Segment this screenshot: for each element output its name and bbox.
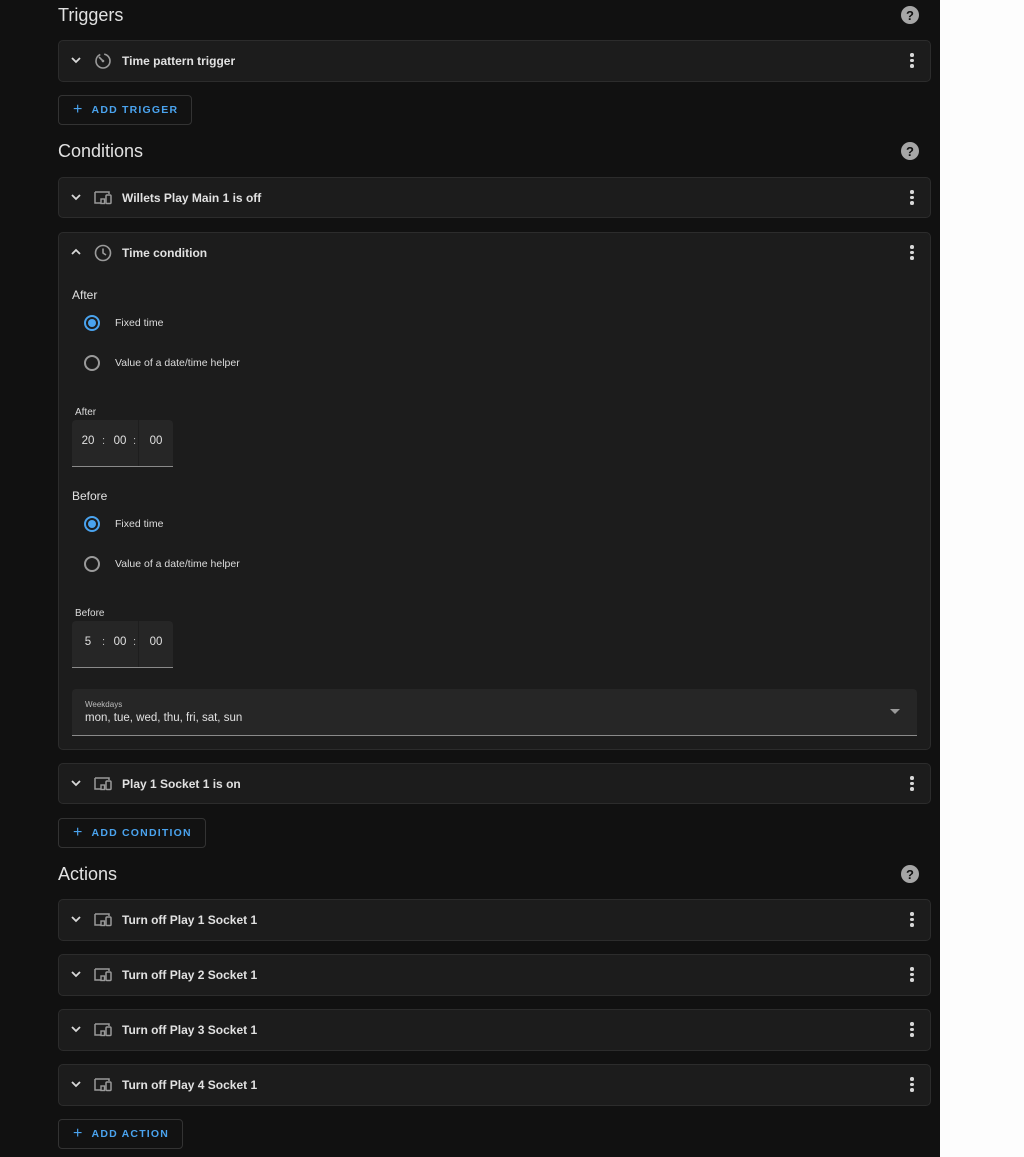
plus-icon: + [73, 101, 84, 118]
condition-title: Time condition [122, 246, 208, 260]
add-condition-button[interactable]: + ADD CONDITION [58, 818, 206, 848]
actions-heading: Actions [58, 864, 118, 884]
time-separator: : [102, 435, 106, 447]
after-fixed-time-label: Fixed time [115, 317, 164, 329]
chevron-down-icon[interactable] [69, 967, 83, 981]
before-time-label: Before [75, 608, 105, 619]
add-action-button[interactable]: + ADD ACTION [58, 1119, 184, 1149]
after-helper-label: Value of a date/time helper [115, 357, 240, 369]
chevron-down-icon[interactable] [69, 912, 83, 926]
chevron-down-icon[interactable] [69, 53, 83, 67]
after-fixed-time-radio[interactable] [84, 315, 100, 331]
after-time-label: After [75, 407, 97, 418]
chevron-down-icon[interactable] [69, 1022, 83, 1036]
dropdown-arrow-icon[interactable] [890, 709, 900, 714]
chevron-down-icon[interactable] [69, 776, 83, 790]
condition-card-time: Time condition [58, 232, 931, 750]
before-hours-field[interactable]: 5 [75, 636, 101, 648]
time-separator: : [133, 636, 137, 648]
devices-icon [94, 913, 112, 927]
conditions-heading: Conditions [58, 141, 144, 161]
after-time-input[interactable]: 20 : 00 : 00 [72, 420, 173, 467]
devices-icon [94, 191, 112, 205]
condition-title: Willets Play Main 1 is off [122, 191, 262, 205]
more-vert-icon[interactable] [909, 53, 915, 69]
action-title: Turn off Play 3 Socket 1 [122, 1023, 258, 1037]
trigger-title: Time pattern trigger [122, 54, 236, 68]
clock-outline-icon [94, 244, 112, 262]
time-separator: : [133, 435, 137, 447]
after-heading: After [72, 288, 98, 302]
help-circle-icon[interactable]: ? [901, 865, 919, 883]
action-title: Turn off Play 1 Socket 1 [122, 913, 258, 927]
before-helper-radio[interactable] [84, 556, 100, 572]
more-vert-icon[interactable] [909, 1022, 915, 1038]
before-minutes-field[interactable]: 00 [107, 636, 133, 648]
help-circle-icon[interactable]: ? [901, 142, 919, 160]
before-helper-label: Value of a date/time helper [115, 558, 240, 570]
page-edge [940, 0, 1024, 1157]
more-vert-icon[interactable] [909, 190, 915, 206]
action-row[interactable]: Turn off Play 3 Socket 1 [58, 1009, 931, 1051]
trigger-row-time-pattern[interactable]: Time pattern trigger [58, 40, 931, 82]
before-fixed-time-label: Fixed time [115, 518, 164, 530]
add-condition-label: ADD CONDITION [91, 827, 192, 839]
chevron-down-icon[interactable] [69, 1077, 83, 1091]
time-separator: : [102, 636, 106, 648]
more-vert-icon[interactable] [909, 776, 915, 792]
add-trigger-button[interactable]: + ADD TRIGGER [58, 95, 193, 125]
action-row[interactable]: Turn off Play 2 Socket 1 [58, 954, 931, 996]
chevron-up-icon[interactable] [69, 245, 83, 259]
action-title: Turn off Play 4 Socket 1 [122, 1078, 258, 1092]
more-vert-icon[interactable] [909, 245, 915, 261]
devices-icon [94, 1078, 112, 1092]
after-seconds-field[interactable]: 00 [143, 435, 169, 447]
weekdays-label: Weekdays [85, 700, 123, 709]
after-minutes-field[interactable]: 00 [107, 435, 133, 447]
action-title: Turn off Play 2 Socket 1 [122, 968, 258, 982]
before-seconds-field[interactable]: 00 [143, 636, 169, 648]
automation-editor: Triggers ? Time pattern trigger + ADD TR… [0, 0, 1024, 1157]
after-hours-field[interactable]: 20 [75, 435, 101, 447]
timer-outline-icon [95, 53, 111, 69]
plus-icon: + [73, 824, 84, 841]
chevron-down-icon[interactable] [69, 190, 83, 204]
before-heading: Before [72, 489, 108, 503]
before-fixed-time-radio[interactable] [84, 516, 100, 532]
devices-icon [94, 968, 112, 982]
condition-title: Play 1 Socket 1 is on [122, 777, 241, 791]
more-vert-icon[interactable] [909, 912, 915, 928]
help-circle-icon[interactable]: ? [901, 6, 919, 24]
after-helper-radio[interactable] [84, 355, 100, 371]
condition-row-socket[interactable]: Play 1 Socket 1 is on [58, 763, 931, 804]
action-row[interactable]: Turn off Play 1 Socket 1 [58, 899, 931, 941]
devices-icon [94, 777, 112, 791]
weekdays-value: mon, tue, wed, thu, fri, sat, sun [85, 712, 243, 724]
add-trigger-label: ADD TRIGGER [91, 104, 179, 116]
action-row[interactable]: Turn off Play 4 Socket 1 [58, 1064, 931, 1106]
triggers-heading: Triggers [58, 5, 124, 25]
condition-row-device[interactable]: Willets Play Main 1 is off [58, 177, 931, 218]
more-vert-icon[interactable] [909, 967, 915, 983]
weekdays-select[interactable]: Weekdays mon, tue, wed, thu, fri, sat, s… [72, 689, 917, 736]
add-action-label: ADD ACTION [91, 1128, 170, 1140]
more-vert-icon[interactable] [909, 1077, 915, 1093]
devices-icon [94, 1023, 112, 1037]
plus-icon: + [73, 1125, 84, 1142]
before-time-input[interactable]: 5 : 00 : 00 [72, 621, 173, 668]
